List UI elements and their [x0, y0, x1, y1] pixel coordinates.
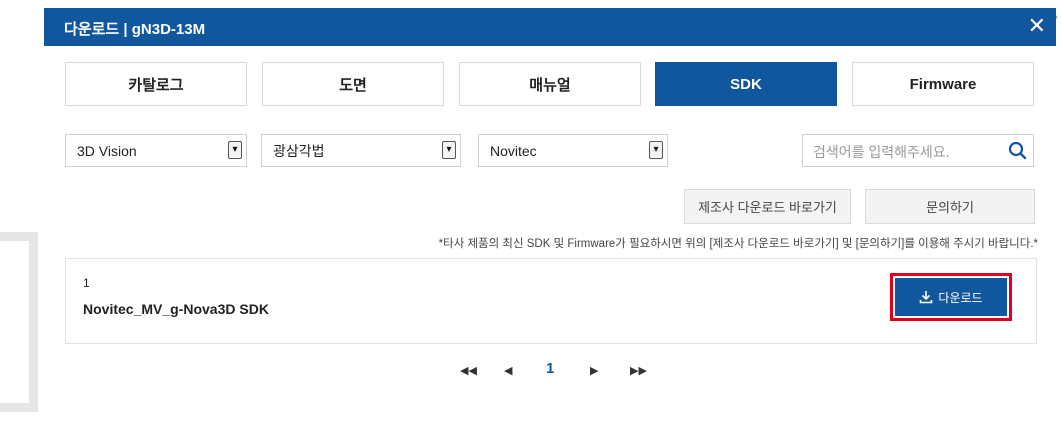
tab-catalog[interactable]: 카탈로그	[65, 62, 247, 106]
subcategory-select-value: 광삼각법	[273, 142, 325, 159]
dialog-titlebar: 다운로드 | gN3D-13M ✕	[44, 8, 1056, 46]
category-select-value: 3D Vision	[77, 142, 137, 159]
tab-drawing[interactable]: 도면	[262, 62, 444, 106]
item-name: Novitec_MV_g-Nova3D SDK	[83, 301, 269, 317]
maker-select[interactable]: Novitec ▾	[478, 134, 668, 167]
last-page-button[interactable]: ▶▶	[630, 361, 647, 381]
tab-manual[interactable]: 매뉴얼	[459, 62, 641, 106]
download-button-highlight: 다운로드	[890, 273, 1012, 321]
page-number-current[interactable]: 1	[546, 359, 554, 379]
download-list: 1 Novitec_MV_g-Nova3D SDK 다운로드	[65, 258, 1037, 344]
first-page-button[interactable]: ◀◀	[460, 361, 477, 381]
dialog-title: 다운로드 | gN3D-13M	[64, 21, 206, 38]
item-number: 1	[83, 276, 90, 290]
search-input[interactable]	[811, 140, 995, 164]
third-party-notice: *타사 제품의 최신 SDK 및 Firmware가 필요하시면 위의 [제조사…	[438, 238, 1038, 250]
subcategory-select[interactable]: 광삼각법 ▾	[261, 134, 461, 167]
search-icon[interactable]	[1007, 140, 1027, 162]
next-page-button[interactable]: ▶	[590, 361, 598, 381]
prev-page-button[interactable]: ◀	[504, 361, 512, 381]
tab-sdk[interactable]: SDK	[655, 62, 837, 106]
chevron-down-icon: ▾	[442, 141, 456, 159]
inquiry-button[interactable]: 문의하기	[865, 189, 1035, 224]
category-select[interactable]: 3D Vision ▾	[65, 134, 247, 167]
download-button-label: 다운로드	[938, 290, 983, 305]
maker-select-value: Novitec	[490, 142, 537, 159]
search-box	[802, 134, 1034, 167]
chevron-down-icon: ▾	[228, 141, 242, 159]
pagination: ◀◀ ◀ 1 ▶ ▶▶	[44, 359, 1056, 383]
maker-download-shortcut-button[interactable]: 제조사 다운로드 바로가기	[684, 189, 851, 224]
download-icon	[920, 291, 933, 304]
background-bracket-decoration	[0, 232, 38, 412]
chevron-down-icon: ▾	[649, 141, 663, 159]
close-button[interactable]: ✕	[1028, 14, 1046, 38]
tab-firmware[interactable]: Firmware	[852, 62, 1034, 106]
download-dialog: 다운로드 | gN3D-13M ✕ 카탈로그 도면 매뉴얼 SDK Firmwa…	[44, 8, 1056, 434]
download-button[interactable]: 다운로드	[895, 278, 1007, 316]
